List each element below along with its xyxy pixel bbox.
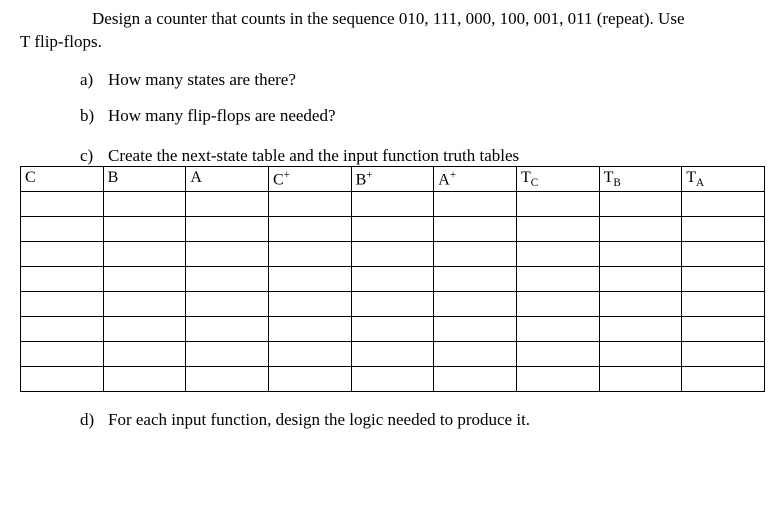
table-row bbox=[21, 242, 765, 267]
header-TC: TC bbox=[516, 166, 599, 191]
header-A: A bbox=[186, 166, 269, 191]
table-row bbox=[21, 367, 765, 392]
intro-line2: T flip-flops. bbox=[20, 32, 102, 51]
problem-statement: Design a counter that counts in the sequ… bbox=[20, 8, 764, 54]
header-C: C bbox=[21, 166, 104, 191]
header-TA: TA bbox=[682, 166, 765, 191]
question-d-label: d) bbox=[80, 410, 108, 430]
table-row bbox=[21, 317, 765, 342]
table-row bbox=[21, 292, 765, 317]
table-row bbox=[21, 217, 765, 242]
question-c-label: c) bbox=[80, 146, 108, 166]
question-a-label: a) bbox=[80, 70, 108, 90]
truth-table: C B A C+ B+ A+ TC TB TA bbox=[20, 166, 765, 392]
header-TB: TB bbox=[599, 166, 682, 191]
question-d-text: For each input function, design the logi… bbox=[108, 410, 764, 430]
table-row bbox=[21, 342, 765, 367]
questions-ab: a) How many states are there? b) How man… bbox=[80, 70, 764, 126]
intro-line1: Design a counter that counts in the sequ… bbox=[92, 9, 685, 28]
question-d: d) For each input function, design the l… bbox=[80, 410, 764, 430]
header-B-plus: B+ bbox=[351, 166, 434, 191]
question-b-text: How many flip-flops are needed? bbox=[108, 106, 764, 126]
question-a: a) How many states are there? bbox=[80, 70, 764, 90]
header-A-plus: A+ bbox=[434, 166, 517, 191]
table-header-row: C B A C+ B+ A+ TC TB TA bbox=[21, 166, 765, 191]
question-b-label: b) bbox=[80, 106, 108, 126]
question-b: b) How many flip-flops are needed? bbox=[80, 106, 764, 126]
question-c-text: Create the next-state table and the inpu… bbox=[108, 146, 764, 166]
question-a-text: How many states are there? bbox=[108, 70, 764, 90]
table-row bbox=[21, 267, 765, 292]
header-B: B bbox=[103, 166, 186, 191]
question-c: c) Create the next-state table and the i… bbox=[80, 146, 764, 166]
table-row bbox=[21, 192, 765, 217]
header-C-plus: C+ bbox=[268, 166, 351, 191]
